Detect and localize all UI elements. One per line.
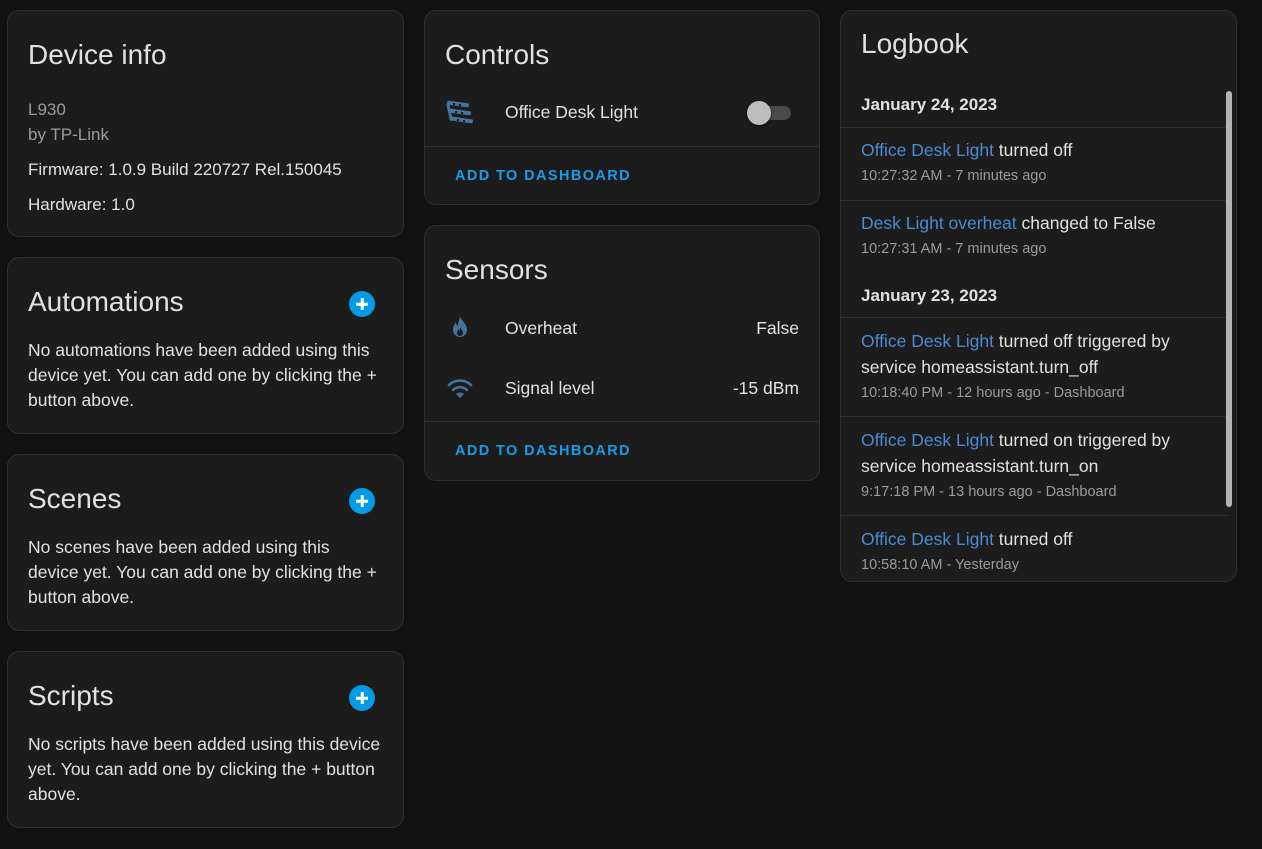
logbook-entity-link[interactable]: Desk Light overheat <box>861 213 1017 233</box>
scripts-empty-message: No scripts have been added using this de… <box>28 734 381 804</box>
logbook-card: Logbook January 24, 2023 Office Desk Lig… <box>840 10 1237 582</box>
device-info-card: Device info L930 by TP-Link Firmware: 1.… <box>7 10 404 237</box>
logbook-entity-link[interactable]: Office Desk Light <box>861 140 994 160</box>
logbook-divider <box>841 515 1228 516</box>
sensor-overheat-label[interactable]: Overheat <box>505 318 577 339</box>
toggle-knob <box>747 101 771 125</box>
logbook-entry-time: 10:18:40 PM - 12 hours ago - Dashboard <box>861 385 1125 401</box>
logbook-entry: Office Desk Light turned on triggered by… <box>861 427 1196 479</box>
sensor-overheat-value: False <box>756 318 799 338</box>
scripts-title: Scripts <box>28 680 114 711</box>
logbook-entity-link[interactable]: Office Desk Light <box>861 331 994 351</box>
scenes-title: Scenes <box>28 483 122 514</box>
logbook-entity-link[interactable]: Office Desk Light <box>861 430 994 450</box>
logbook-entry-message: turned off <box>993 529 1073 549</box>
device-info-title: Device info <box>28 39 167 70</box>
controls-title: Controls <box>445 39 550 70</box>
scenes-card: Scenes No scenes have been added using t… <box>7 454 404 631</box>
device-manufacturer: by TP-Link <box>28 125 109 144</box>
logbook-divider <box>841 317 1228 318</box>
scenes-empty-message: No scenes have been added using this dev… <box>28 537 377 607</box>
logbook-entry-message: turned off <box>993 140 1073 160</box>
logbook-entity-link[interactable]: Office Desk Light <box>861 529 994 549</box>
logbook-entry-time: 10:58:10 AM - Yesterday <box>861 557 1019 573</box>
sensor-signal-label[interactable]: Signal level <box>505 378 595 399</box>
controls-card: Controls Office Desk Light ADD TO DASHBO… <box>424 10 820 205</box>
device-hardware: Hardware: 1.0 <box>28 195 135 214</box>
logbook-date-heading: January 24, 2023 <box>861 95 998 114</box>
logbook-entry-time: 10:27:32 AM - 7 minutes ago <box>861 168 1047 184</box>
logbook-entry: Office Desk Light turned off triggered b… <box>861 328 1196 380</box>
sensor-signal-value: -15 dBm <box>732 378 799 398</box>
logbook-entry: Office Desk Light turned off <box>861 526 1224 552</box>
controls-divider <box>425 146 819 147</box>
add-automation-button[interactable] <box>349 291 375 317</box>
add-scene-button[interactable] <box>349 488 375 514</box>
logbook-title: Logbook <box>861 28 969 59</box>
controls-entity-label[interactable]: Office Desk Light <box>505 102 638 123</box>
scripts-card: Scripts No scripts have been added using… <box>7 651 404 828</box>
sensors-divider <box>425 421 819 422</box>
office-desk-light-toggle[interactable] <box>747 100 793 125</box>
fire-icon <box>445 313 475 343</box>
logbook-entry-message: changed to False <box>1016 213 1156 233</box>
led-strip-icon <box>445 97 475 127</box>
logbook-entry: Desk Light overheat changed to False <box>861 210 1224 236</box>
wifi-icon <box>445 373 475 403</box>
sensors-title: Sensors <box>445 254 548 285</box>
sensors-card: Sensors Overheat False Signal level -15 … <box>424 225 820 481</box>
logbook-entry-time: 9:17:18 PM - 13 hours ago - Dashboard <box>861 484 1117 500</box>
logbook-divider <box>841 200 1228 201</box>
automations-title: Automations <box>28 286 184 317</box>
automations-card: Automations No automations have been add… <box>7 257 404 434</box>
logbook-divider <box>841 416 1228 417</box>
device-model: L930 <box>28 100 66 119</box>
logbook-date-heading: January 23, 2023 <box>861 286 998 305</box>
controls-add-to-dashboard-button[interactable]: ADD TO DASHBOARD <box>455 168 631 184</box>
device-firmware: Firmware: 1.0.9 Build 220727 Rel.150045 <box>28 160 342 179</box>
add-script-button[interactable] <box>349 685 375 711</box>
logbook-scrollbar[interactable] <box>1226 91 1232 507</box>
logbook-entry-time: 10:27:31 AM - 7 minutes ago <box>861 241 1047 257</box>
sensors-add-to-dashboard-button[interactable]: ADD TO DASHBOARD <box>455 443 631 459</box>
logbook-divider <box>841 127 1228 128</box>
automations-empty-message: No automations have been added using thi… <box>28 340 377 410</box>
logbook-entry: Office Desk Light turned off <box>861 137 1224 163</box>
